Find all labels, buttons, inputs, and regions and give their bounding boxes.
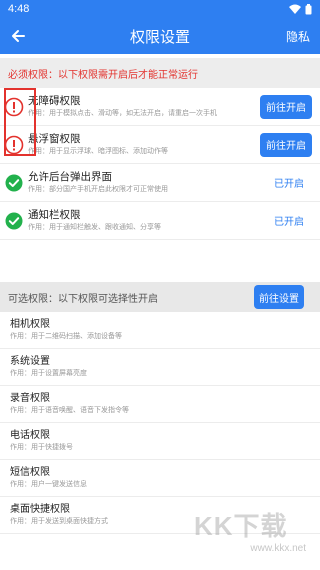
warning-icon bbox=[0, 97, 28, 117]
enabled-status: 已开启 bbox=[274, 179, 304, 190]
required-permissions-header: 必须权限：以下权限需开启后才能正常运行 bbox=[0, 58, 320, 88]
check-circle-icon bbox=[0, 212, 28, 230]
page-title: 权限设置 bbox=[129, 28, 190, 46]
warning-icon bbox=[0, 135, 28, 155]
wifi-icon bbox=[289, 4, 301, 14]
perm-title: 无障碍权限 bbox=[28, 95, 81, 107]
perm-desc: 作用：用于模拟点击、滑动等，如无法开启，请重启一次手机 bbox=[28, 110, 217, 117]
opt-title: 录音权限 bbox=[10, 393, 50, 404]
back-button[interactable] bbox=[0, 18, 36, 54]
optional-permissions-header: 可选权限：以下权限可选择性开启 前往设置 bbox=[0, 282, 320, 312]
enabled-status: 已开启 bbox=[274, 217, 304, 228]
perm-row-background-popup: 允许后台弹出界面 作用：部分国产手机开启此权限才可正常使用 已开启 bbox=[0, 164, 320, 202]
opt-title: 桌面快捷权限 bbox=[10, 504, 70, 515]
perm-title: 悬浮窗权限 bbox=[28, 133, 81, 145]
watermark-url: www.kkx.net bbox=[250, 543, 306, 554]
status-bar: 4:48 bbox=[0, 0, 320, 18]
optional-header-text: 可选权限：以下权限可选择性开启 bbox=[8, 293, 158, 305]
opt-desc: 作用：用户一键发送信息 bbox=[10, 481, 87, 488]
opt-title: 系统设置 bbox=[10, 356, 50, 367]
arrow-left-icon bbox=[12, 30, 25, 42]
opt-title: 短信权限 bbox=[10, 467, 50, 478]
status-time: 4:48 bbox=[8, 3, 30, 15]
opt-row-record-audio[interactable]: 录音权限 作用：用于语音唤醒、语音下发指令等 bbox=[0, 386, 320, 423]
perm-row-notification: 通知栏权限 作用：用于通知栏触发、跟收通知、分享等 已开启 bbox=[0, 202, 320, 240]
opt-desc: 作用：用于语音唤醒、语音下发指令等 bbox=[10, 407, 129, 414]
opt-desc: 作用：用于快捷拨号 bbox=[10, 444, 73, 451]
opt-row-system-settings[interactable]: 系统设置 作用：用于设置屏幕亮度 bbox=[0, 349, 320, 386]
perm-desc: 作用：部分国产手机开启此权限才可正常使用 bbox=[28, 186, 168, 193]
opt-desc: 作用：用于发送到桌面快捷方式 bbox=[10, 518, 108, 525]
battery-icon bbox=[305, 3, 312, 14]
opt-desc: 作用：用于二维码扫描、添加设备等 bbox=[10, 333, 122, 340]
perm-row-overlay: 悬浮窗权限 作用：用于显示浮球、暗浮图标、添加动作等 前往开启 bbox=[0, 126, 320, 164]
spacer bbox=[0, 240, 320, 282]
go-enable-button[interactable]: 前往开启 bbox=[260, 94, 312, 119]
go-settings-button[interactable]: 前往设置 bbox=[254, 285, 304, 309]
perm-title: 允许后台弹出界面 bbox=[28, 171, 112, 183]
opt-title: 相机权限 bbox=[10, 319, 50, 330]
go-enable-button[interactable]: 前往开启 bbox=[260, 132, 312, 157]
check-circle-icon bbox=[0, 174, 28, 192]
required-permissions-list: 无障碍权限 作用：用于模拟点击、滑动等，如无法开启，请重启一次手机 前往开启 悬… bbox=[0, 88, 320, 240]
opt-row-camera[interactable]: 相机权限 作用：用于二维码扫描、添加设备等 bbox=[0, 312, 320, 349]
opt-row-sms[interactable]: 短信权限 作用：用户一键发送信息 bbox=[0, 460, 320, 497]
opt-desc: 作用：用于设置屏幕亮度 bbox=[10, 370, 87, 377]
app-bar: 权限设置 隐私 bbox=[0, 18, 320, 54]
opt-title: 电话权限 bbox=[10, 430, 50, 441]
perm-desc: 作用：用于显示浮球、暗浮图标、添加动作等 bbox=[28, 148, 168, 155]
opt-row-desktop-shortcut[interactable]: 桌面快捷权限 作用：用于发送到桌面快捷方式 bbox=[0, 497, 320, 534]
opt-row-phone[interactable]: 电话权限 作用：用于快捷拨号 bbox=[0, 423, 320, 460]
status-icons bbox=[289, 3, 312, 15]
perm-desc: 作用：用于通知栏触发、跟收通知、分享等 bbox=[28, 224, 161, 231]
privacy-link[interactable]: 隐私 bbox=[286, 28, 320, 45]
optional-permissions-list: 相机权限 作用：用于二维码扫描、添加设备等 系统设置 作用：用于设置屏幕亮度 录… bbox=[0, 312, 320, 534]
perm-row-accessibility: 无障碍权限 作用：用于模拟点击、滑动等，如无法开启，请重启一次手机 前往开启 bbox=[0, 88, 320, 126]
perm-title: 通知栏权限 bbox=[28, 209, 81, 221]
